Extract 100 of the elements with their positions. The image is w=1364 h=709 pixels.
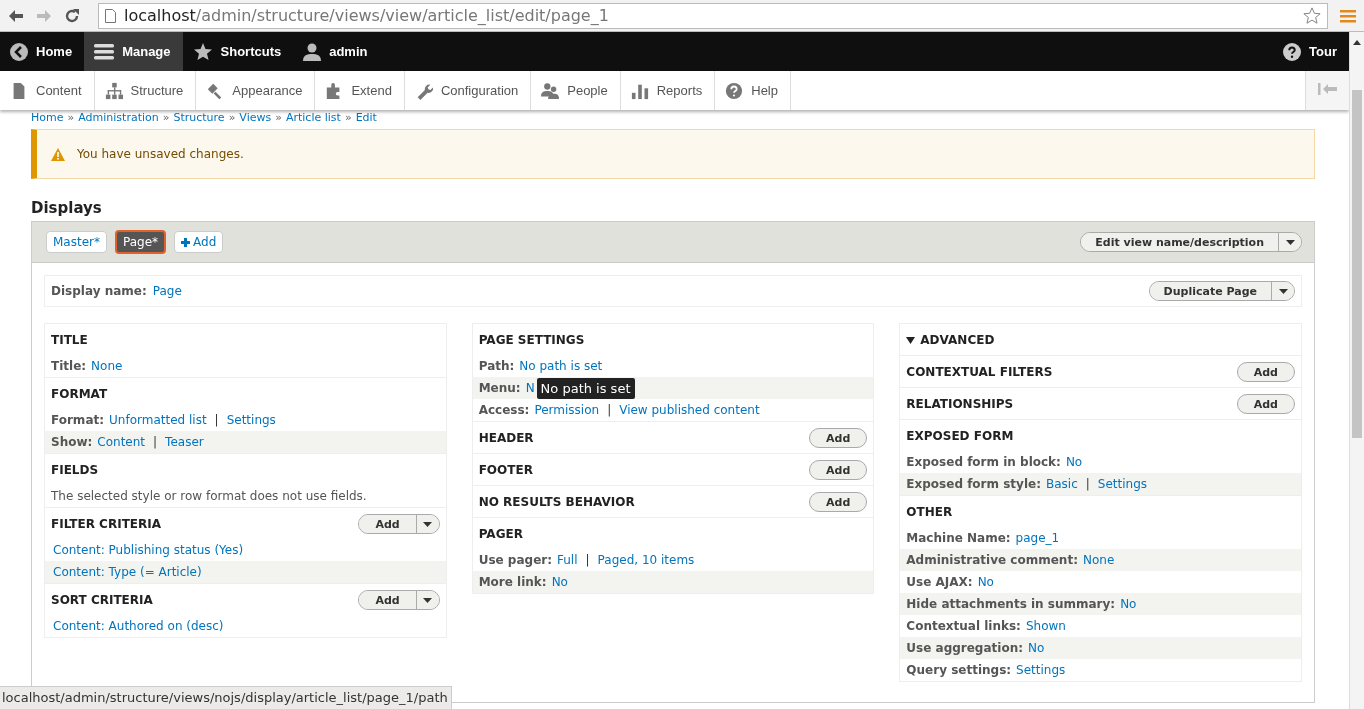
address-bar[interactable]: localhost/admin/structure/views/view/article_list/edit/page_1 [98, 2, 1328, 29]
add-button[interactable]: Add [1236, 362, 1295, 382]
setting-link[interactable]: page_1 [1015, 531, 1060, 545]
add-display-button[interactable]: Add [174, 231, 224, 253]
setting-link[interactable]: No [1028, 641, 1045, 655]
edit-view-button[interactable]: Edit view name/description [1081, 233, 1279, 251]
tour-button[interactable]: Tour [1273, 32, 1349, 71]
toolbar-tab[interactable]: Home [0, 32, 85, 71]
setting-link[interactable]: Settings [1016, 663, 1066, 677]
section-heading: OTHER [906, 505, 953, 519]
scrollbar[interactable] [1349, 32, 1364, 709]
tray-menu-item[interactable]: Configuration [404, 71, 532, 110]
add-button[interactable]: Add [1236, 394, 1295, 414]
add-button[interactable]: Add [809, 460, 868, 480]
breadcrumb-separator: » [162, 111, 170, 124]
setting-label: Title: [51, 359, 87, 373]
add-dropbutton[interactable]: Add [358, 514, 440, 534]
setting-link[interactable]: No [977, 575, 994, 589]
tray-menu-item[interactable]: Structure [94, 71, 197, 110]
tray-menu-item[interactable]: Help [715, 71, 791, 110]
message-text: You have unsaved changes. [77, 147, 244, 161]
back-icon[interactable] [8, 8, 24, 23]
display-name-label: Display name: [51, 284, 147, 298]
setting-label: Use AJAX: [906, 575, 973, 589]
section-heading: FIELDS [51, 463, 99, 477]
toolbar-tab[interactable]: admin [293, 32, 380, 71]
breadcrumb-link[interactable]: Views [239, 111, 272, 124]
setting-label: More link: [478, 575, 547, 589]
setting-link[interactable]: Teaser [165, 435, 204, 449]
help-icon [1283, 42, 1302, 61]
section-heading: PAGER [478, 527, 523, 541]
breadcrumb-link[interactable]: Administration [78, 111, 159, 124]
section-heading: CONTEXTUAL FILTERS [906, 365, 1053, 379]
section-heading: NO RESULTS BEHAVIOR [478, 495, 635, 509]
add-button[interactable]: Add [809, 428, 868, 448]
setting-link[interactable]: Content: Authored on (desc) [53, 619, 224, 633]
add-button[interactable]: Add [359, 515, 417, 533]
caret-icon [1285, 239, 1295, 245]
tray-menu-item[interactable]: Content [0, 71, 95, 110]
caret-icon [1278, 288, 1288, 294]
toolbar-tab[interactable]: Manage [84, 32, 183, 71]
setting-link[interactable]: Paged, 10 items [597, 553, 695, 567]
breadcrumb-link[interactable]: Article list [285, 111, 341, 124]
setting-link[interactable]: No path is set [519, 359, 603, 373]
setting-link[interactable]: Content: Publishing status (Yes) [53, 543, 244, 557]
section-heading: SORT CRITERIA [51, 593, 153, 607]
setting-link[interactable]: Basic [1045, 477, 1078, 491]
menu-icon [94, 42, 115, 61]
setting-link[interactable]: View published content [619, 403, 760, 417]
help-icon [725, 81, 744, 100]
separator: | [153, 435, 158, 449]
setting-label: Use aggregation: [906, 641, 1023, 655]
tray-orientation-toggle[interactable] [1305, 71, 1349, 110]
section-heading: FORMAT [51, 387, 108, 401]
breadcrumb-link[interactable]: Home [31, 111, 64, 124]
setting-label: Hide attachments in summary: [906, 597, 1116, 611]
section-heading: PAGE SETTINGS [478, 333, 585, 347]
setting-link[interactable]: None [91, 359, 123, 373]
description-text: The selected style or row format does not use fields. [51, 489, 367, 503]
setting-link[interactable]: No [551, 575, 568, 589]
status-bar-url: localhost/admin/structure/views/nojs/display/article_list/page_1/path [0, 686, 452, 709]
reload-icon[interactable] [64, 7, 80, 24]
tray-menu-item[interactable]: People [531, 71, 621, 110]
setting-link[interactable]: Permission [534, 403, 600, 417]
page-icon [105, 8, 116, 23]
section-toggle[interactable]: ADVANCED [906, 333, 995, 347]
setting-link[interactable]: N [525, 381, 535, 395]
breadcrumb-separator: » [344, 111, 352, 124]
setting-link[interactable]: Settings [1097, 477, 1147, 491]
setting-link[interactable]: None [1082, 553, 1115, 567]
display-tab[interactable]: Page* [115, 230, 167, 254]
breadcrumb-link[interactable]: Structure [173, 111, 225, 124]
separator: | [585, 553, 590, 567]
add-button[interactable]: Add [359, 591, 417, 609]
toolbar-tab[interactable]: Shortcuts [182, 32, 294, 71]
setting-label: Contextual links: [906, 619, 1021, 633]
setting-link[interactable]: No [1120, 597, 1137, 611]
section-heading: EXPOSED FORM [906, 429, 1014, 443]
display-name-link[interactable]: Page [152, 284, 182, 298]
setting-link[interactable]: Shown [1025, 619, 1066, 633]
duplicate-dropbutton[interactable]: Duplicate Page [1148, 281, 1295, 301]
display-tab[interactable]: Master* [46, 231, 107, 253]
separator: | [607, 403, 612, 417]
add-dropbutton[interactable]: Add [358, 590, 440, 610]
tray-menu-item[interactable]: Appearance [196, 71, 316, 110]
setting-link[interactable]: Unformatted list [109, 413, 207, 427]
setting-link[interactable]: No [1065, 455, 1083, 469]
setting-link[interactable]: Settings [226, 413, 276, 427]
duplicate-button[interactable]: Duplicate Page [1149, 282, 1272, 300]
add-button[interactable]: Add [809, 492, 868, 512]
back-circle-icon [10, 42, 28, 61]
tray-menu-item[interactable]: Extend [315, 71, 405, 110]
tray-menu-item[interactable]: Reports [620, 71, 716, 110]
setting-link[interactable]: Full [557, 553, 578, 567]
edit-dropbutton[interactable]: Edit view name/description [1080, 232, 1302, 252]
setting-label: Menu: [478, 381, 521, 395]
breadcrumb-link[interactable]: Edit [355, 111, 377, 124]
setting-link[interactable]: Content [97, 435, 146, 449]
setting-label: Use pager: [478, 553, 552, 567]
bookmark-star-icon[interactable] [1303, 6, 1321, 25]
